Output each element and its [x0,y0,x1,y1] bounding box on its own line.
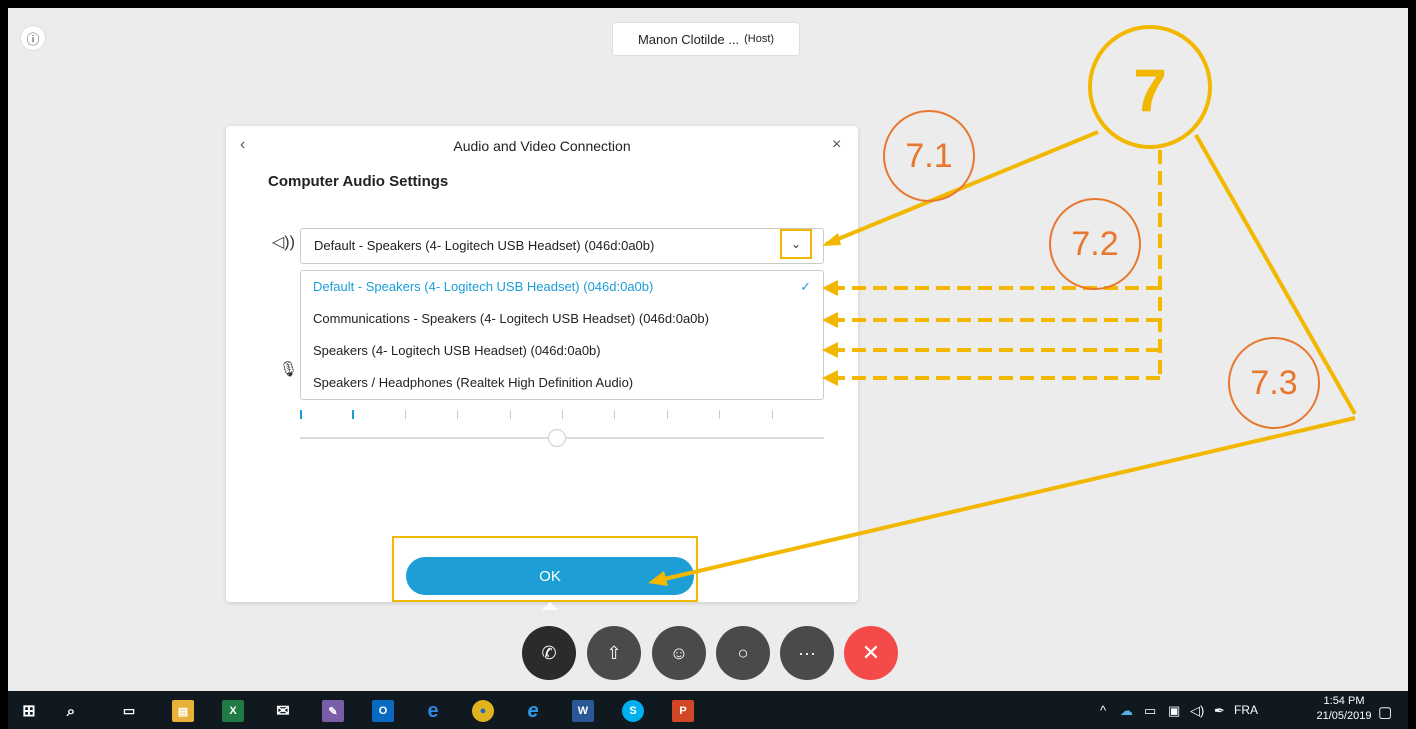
clock-date: 21/05/2019 [1316,710,1372,722]
annotation-label-7-3: 7.3 [1250,363,1298,402]
skype-icon[interactable]: S [622,700,644,722]
annotation-label-7-2: 7.2 [1071,224,1119,263]
arrowhead [822,342,838,358]
language-indicator[interactable]: FRA [1234,703,1258,717]
clock-time: 1:54 PM [1323,695,1365,707]
annotation-label-7-1: 7.1 [905,136,953,175]
arrow-7-3 [659,416,1356,582]
battery-icon[interactable]: ▭ [1144,703,1156,719]
arrowhead [822,370,838,386]
notifications-icon[interactable]: ▢ [1378,703,1392,721]
mail-icon[interactable]: ✉ [272,700,294,722]
system-clock[interactable]: 1:54 PM 21/05/2019 [1315,694,1373,724]
annotation-overlay [648,25,1357,586]
arrowhead [822,233,841,246]
paint-icon[interactable]: ✎ [322,700,344,722]
search-icon[interactable]: ⌕ [60,700,82,722]
chevron-up-icon[interactable]: ^ [1100,703,1106,718]
volume-icon[interactable]: ◁) [1190,703,1204,719]
network-icon[interactable]: ▣ [1168,703,1180,719]
internet-explorer-icon[interactable]: e [522,700,544,722]
word-icon[interactable]: W [572,700,594,722]
task-view-icon[interactable]: ▭ [118,700,140,722]
annotation-label-7: 7 [1133,56,1167,124]
outlook-icon[interactable]: O [372,700,394,722]
windows-start-icon[interactable]: ⊞ [18,700,40,722]
excel-icon[interactable]: X [222,700,244,722]
chrome-icon[interactable]: ● [472,700,494,722]
powerpoint-icon[interactable]: P [672,700,694,722]
file-explorer-icon[interactable]: ▤ [172,700,194,722]
arrowhead [822,280,838,296]
arrowhead [648,571,668,586]
edge-icon[interactable]: e [422,700,444,722]
pen-icon[interactable]: ✒ [1214,703,1225,719]
onedrive-icon[interactable]: ☁ [1120,703,1133,719]
arrowhead [822,312,838,328]
